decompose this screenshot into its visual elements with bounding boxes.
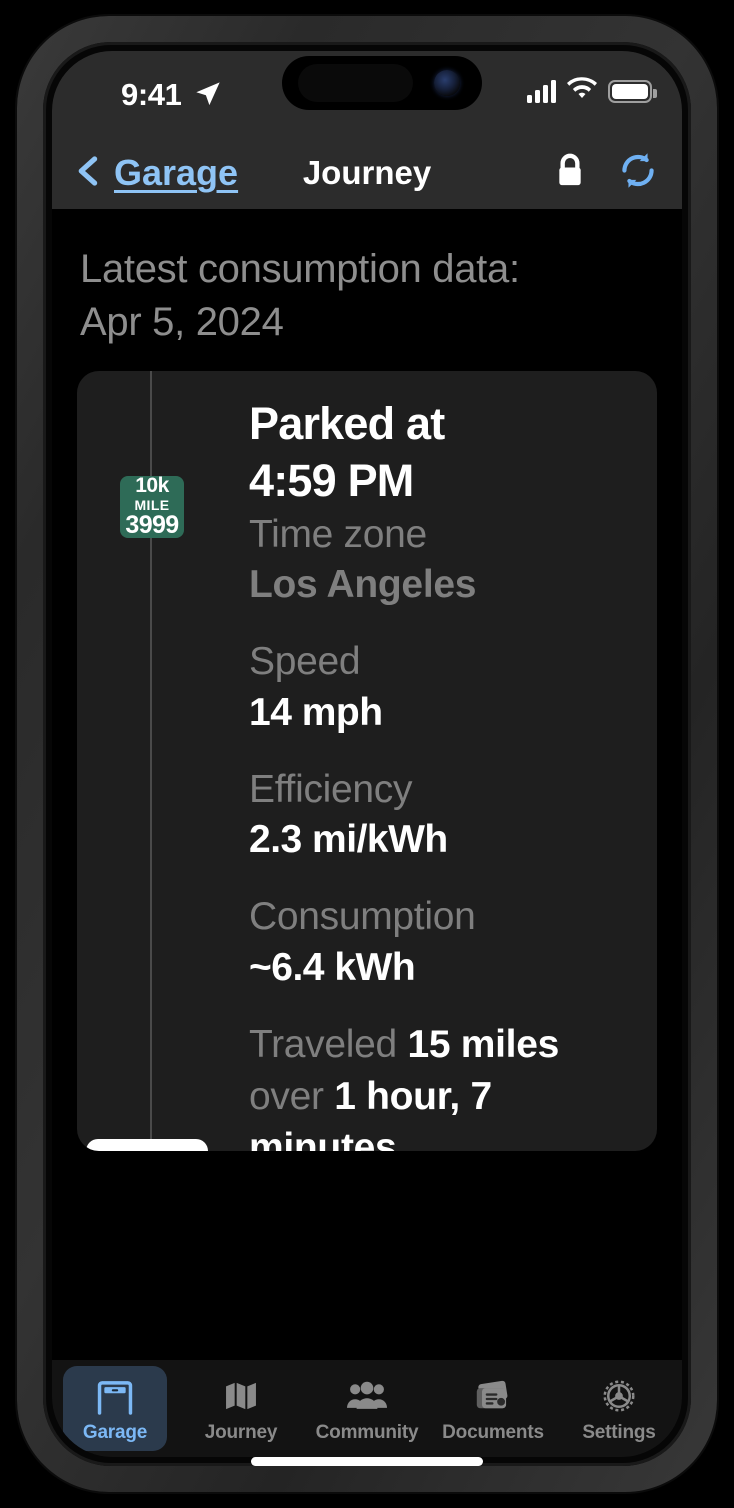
- latest-consumption-label: Latest consumption data:: [80, 247, 520, 291]
- dynamic-island: [282, 56, 482, 110]
- mile-marker-top: 10k: [135, 474, 169, 498]
- status-bar-indicators: [527, 77, 657, 105]
- tab-documents[interactable]: Documents: [430, 1360, 556, 1457]
- traveled-summary: Traveled 15 miles over 1 hour, 7 minutes: [249, 1019, 639, 1150]
- mile-marker-bottom: 3999: [125, 511, 179, 540]
- tab-garage[interactable]: Garage: [52, 1360, 178, 1457]
- tab-settings[interactable]: Settings: [556, 1360, 682, 1457]
- speed-value: 14 mph: [249, 690, 383, 734]
- home-indicator[interactable]: [251, 1457, 483, 1466]
- tab-documents-label: Documents: [442, 1421, 544, 1443]
- efficiency-label: Efficiency: [249, 767, 413, 811]
- documents-icon: [473, 1374, 513, 1418]
- tab-community[interactable]: Community: [304, 1360, 430, 1457]
- journey-entry-card[interactable]: 10k MILE 3999 Parked at 4:59 PM Time zon…: [77, 370, 657, 1151]
- battery-full-icon: [608, 79, 657, 103]
- nav-actions: [550, 149, 660, 198]
- parked-title-line1: Parked at: [249, 397, 445, 449]
- traveled-distance: 15 miles: [407, 1023, 559, 1067]
- status-bar: 9:41: [52, 51, 682, 137]
- status-bar-time: 9:41: [121, 77, 182, 112]
- timezone-label: Time zone: [249, 512, 427, 556]
- location-arrow-icon: [194, 80, 222, 108]
- garage-door-icon: [95, 1375, 135, 1419]
- phone-frame: 9:41 Garage Journey Latest consumption d…: [17, 16, 717, 1492]
- island-pill: [298, 64, 413, 102]
- tab-bar: Garage Journey Community Documents Setti…: [52, 1359, 682, 1457]
- journey-content: Latest consumption data: Apr 5, 2024 10k…: [52, 209, 682, 1359]
- tab-journey-label: Journey: [204, 1421, 278, 1443]
- wifi-icon: [567, 77, 597, 105]
- screenshot-stage: 9:41 Garage Journey Latest consumption d…: [0, 0, 734, 1508]
- mile-marker-badge: 10k MILE 3999: [120, 474, 184, 540]
- speed-label: Speed: [249, 640, 361, 684]
- car-front-icon: [86, 1138, 208, 1151]
- mile-marker-middle: MILE: [134, 497, 170, 514]
- efficiency-value: 2.3 mi/kWh: [249, 818, 448, 862]
- refresh-sync-icon[interactable]: [616, 149, 660, 198]
- latest-consumption-header: Latest consumption data: Apr 5, 2024: [80, 243, 682, 349]
- traveled-middle: over: [249, 1074, 335, 1118]
- journey-details: Parked at 4:59 PM Time zone Los Angeles …: [249, 395, 639, 1151]
- tab-garage-label: Garage: [82, 1422, 148, 1443]
- consumption-value: ~6.4 kWh: [249, 945, 416, 989]
- map-icon: [222, 1374, 260, 1418]
- gear-icon: [599, 1374, 639, 1418]
- cellular-signal-icon: [527, 79, 556, 103]
- front-camera-icon: [434, 70, 460, 96]
- lock-closed-icon[interactable]: [550, 151, 590, 196]
- people-group-icon: [346, 1374, 388, 1418]
- tab-community-label: Community: [315, 1421, 419, 1443]
- parked-title-line2: 4:59 PM: [249, 455, 414, 507]
- traveled-prefix: Traveled: [249, 1023, 408, 1067]
- latest-consumption-date: Apr 5, 2024: [80, 299, 284, 344]
- tab-settings-label: Settings: [582, 1421, 656, 1443]
- phone-screen: 9:41 Garage Journey Latest consumption d…: [52, 51, 682, 1457]
- consumption-label: Consumption: [249, 894, 476, 938]
- tab-journey[interactable]: Journey: [178, 1360, 304, 1457]
- timezone-value: Los Angeles: [249, 563, 477, 607]
- navigation-bar: Garage Journey: [52, 137, 682, 209]
